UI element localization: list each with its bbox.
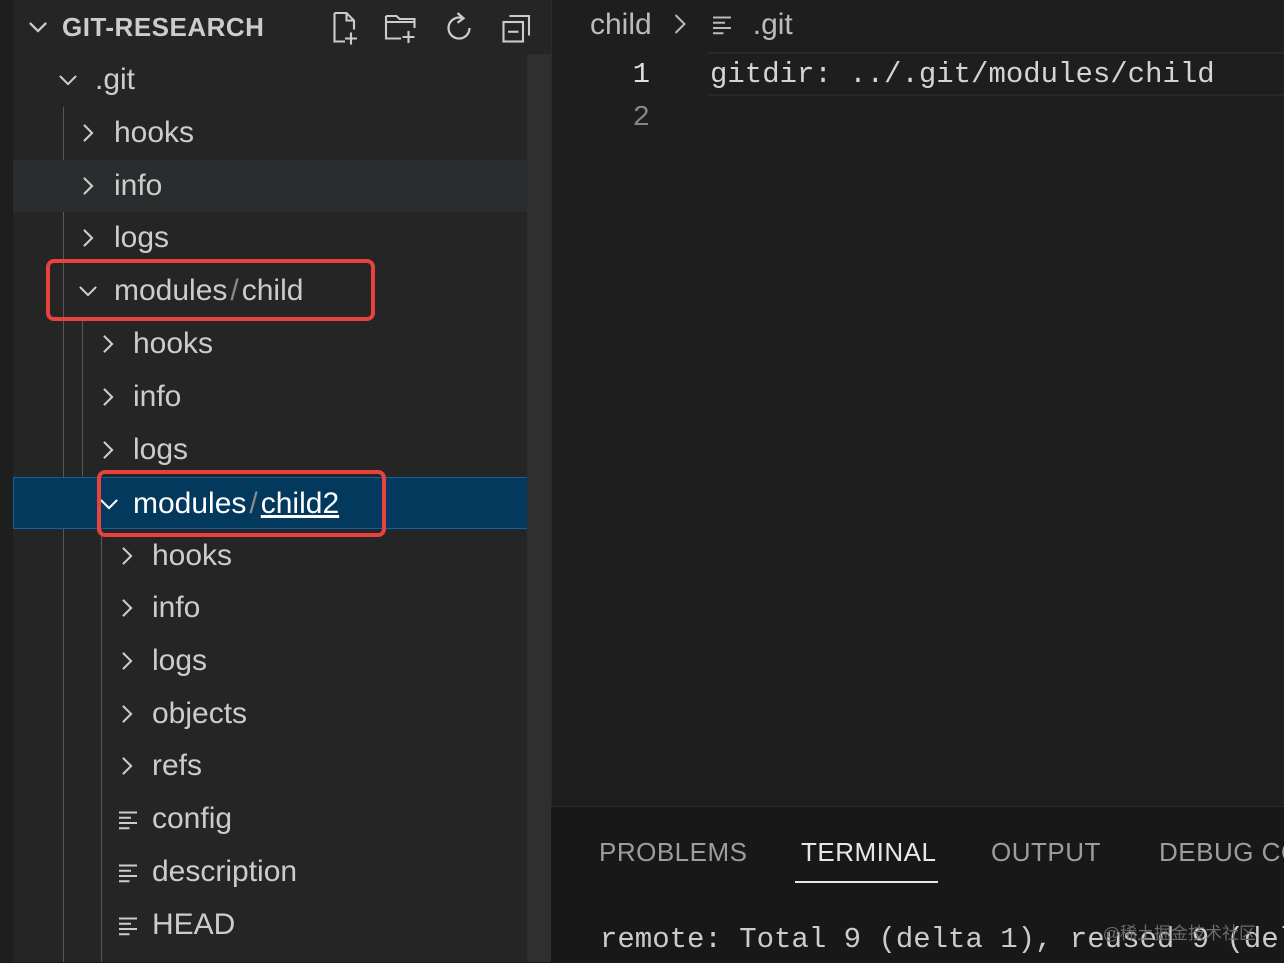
- chevron-right-icon: [95, 437, 121, 463]
- tree-folder-hooks[interactable]: hooks: [13, 107, 550, 159]
- tree-item-label: info: [133, 380, 181, 414]
- tree-folder-info[interactable]: info: [13, 582, 550, 634]
- tree-file-head[interactable]: HEAD: [13, 899, 550, 951]
- chevron-right-icon: [114, 648, 140, 674]
- collapse-all-icon[interactable]: [499, 10, 535, 46]
- tree-item-label: config: [152, 802, 232, 836]
- chevron-right-icon: [114, 753, 140, 779]
- watermark: @稀土掘金技术社区: [1103, 919, 1256, 944]
- tree-folder-logs[interactable]: logs: [13, 424, 550, 476]
- chevron-down-icon: [55, 67, 81, 93]
- highlight-box: [46, 259, 375, 321]
- tree-item-label: info: [152, 591, 200, 625]
- tab-problems[interactable]: PROBLEMS: [599, 837, 748, 868]
- bottom-panel: PROBLEMS TERMINAL OUTPUT DEBUG CONSOLE r…: [551, 806, 1284, 963]
- tree-folder-logs[interactable]: logs: [13, 212, 550, 264]
- tree-item-label: hooks: [114, 116, 194, 150]
- active-tab-indicator: [795, 881, 938, 883]
- code-line[interactable]: gitdir: ../.git/modules/child: [710, 58, 1215, 91]
- chevron-right-icon: [114, 701, 140, 727]
- tree-folder-hooks[interactable]: hooks: [13, 318, 550, 370]
- chevron-down-icon[interactable]: [25, 14, 51, 40]
- breadcrumb-file[interactable]: .git: [753, 8, 793, 41]
- tree-item-label: logs: [114, 221, 169, 255]
- explorer-sidebar: GIT-RESEARCH .git hooks info logs module…: [0, 0, 551, 962]
- tree-item-label: HEAD: [152, 908, 235, 942]
- line-number: 2: [612, 101, 650, 134]
- editor-area[interactable]: child .git 1 gitdir: ../.git/modules/chi…: [551, 0, 1284, 806]
- chevron-right-icon: [670, 10, 690, 34]
- new-folder-icon[interactable]: [383, 10, 419, 46]
- tree-item-label: hooks: [133, 327, 213, 361]
- tree-item-label: refs: [152, 749, 202, 783]
- explorer-title: GIT-RESEARCH: [62, 12, 264, 43]
- tree-folder-info[interactable]: info: [13, 371, 550, 423]
- chevron-right-icon: [114, 543, 140, 569]
- tree-folder-info[interactable]: info: [13, 160, 550, 212]
- line-number: 1: [612, 58, 650, 91]
- chevron-right-icon: [95, 331, 121, 357]
- sidebar-scrollbar[interactable]: [527, 54, 551, 962]
- tree-item-label: objects: [152, 697, 247, 731]
- tab-terminal[interactable]: TERMINAL: [801, 837, 936, 868]
- breadcrumb: child .git: [590, 8, 793, 42]
- tree-folder-objects[interactable]: objects: [13, 688, 550, 740]
- tab-debug-console[interactable]: DEBUG CONSOLE: [1159, 837, 1284, 868]
- new-file-icon[interactable]: [327, 10, 363, 46]
- activity-gutter: [0, 0, 13, 962]
- refresh-icon[interactable]: [441, 10, 477, 46]
- tree-file-description[interactable]: description: [13, 846, 550, 898]
- breadcrumb-folder[interactable]: child: [590, 8, 652, 41]
- tree-item-label: hooks: [152, 539, 232, 573]
- tree-item-label: info: [114, 169, 162, 203]
- tree-folder-logs[interactable]: logs: [13, 635, 550, 687]
- tree-folder-git[interactable]: .git: [13, 54, 550, 106]
- tree-folder-refs[interactable]: refs: [13, 740, 550, 792]
- tree-item-label: logs: [152, 644, 207, 678]
- highlight-box: [97, 470, 386, 537]
- tree-item-label: logs: [133, 433, 188, 467]
- tree-item-label: .git: [95, 63, 135, 97]
- tree-file-config[interactable]: config: [13, 793, 550, 845]
- tree-folder-hooks[interactable]: hooks: [13, 530, 550, 582]
- chevron-right-icon: [114, 595, 140, 621]
- text-file-icon: [710, 11, 734, 35]
- text-file-icon: [116, 914, 140, 938]
- chevron-right-icon: [75, 225, 101, 251]
- tab-output[interactable]: OUTPUT: [991, 837, 1101, 868]
- chevron-right-icon: [75, 120, 101, 146]
- chevron-right-icon: [75, 173, 101, 199]
- text-file-icon: [116, 861, 140, 885]
- tree-item-label: description: [152, 855, 297, 889]
- text-file-icon: [116, 808, 140, 832]
- chevron-right-icon: [95, 384, 121, 410]
